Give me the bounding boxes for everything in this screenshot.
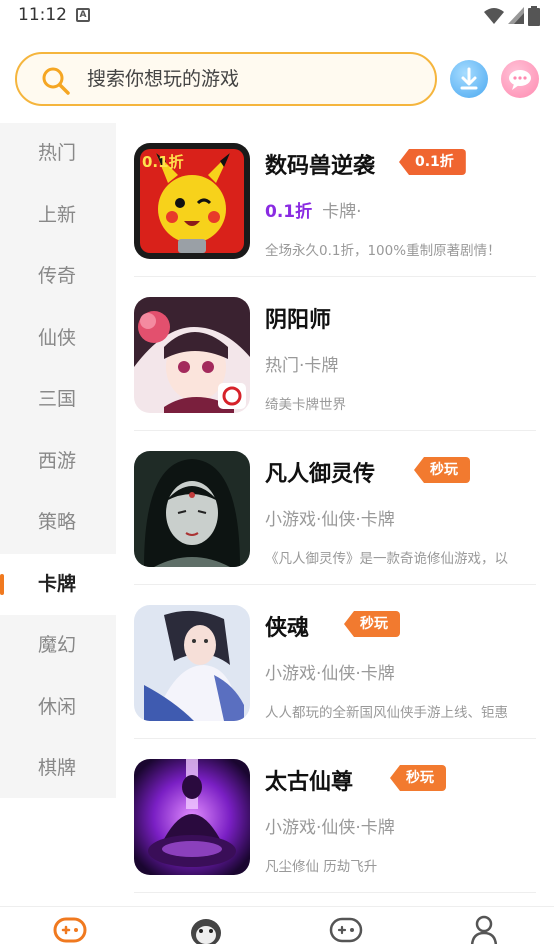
game-icon-digimon: 0.1折 bbox=[134, 143, 250, 259]
notification-icon: A bbox=[76, 8, 90, 22]
profile-icon bbox=[470, 915, 498, 944]
game-tags: 0.1折 卡牌· bbox=[265, 197, 362, 222]
status-icons bbox=[484, 6, 540, 26]
game-name: 阴阳师 bbox=[265, 308, 332, 333]
nav-games[interactable] bbox=[328, 913, 368, 944]
sidebar-item-legend[interactable]: 传奇 bbox=[0, 246, 116, 307]
download-icon bbox=[460, 67, 478, 90]
game-row[interactable]: 凡人御灵传 秒玩 小游戏·仙侠·卡牌 《凡人御灵传》是一款奇诡修仙游戏，以 bbox=[134, 431, 536, 585]
game-row[interactable]: 侠魂 秒玩 小游戏·仙侠·卡牌 人人都玩的全新国风仙侠手游上线、钜惠 bbox=[134, 585, 536, 739]
wifi-icon bbox=[484, 8, 504, 24]
sidebar-item-strategy[interactable]: 策略 bbox=[0, 492, 116, 553]
search-bar[interactable] bbox=[15, 52, 437, 106]
battery-icon bbox=[528, 6, 540, 26]
sidebar-item-new[interactable]: 上新 bbox=[0, 185, 116, 246]
instant-play-badge: 秒玩 bbox=[344, 611, 400, 637]
status-bar: 11:12 A bbox=[0, 0, 554, 32]
download-button[interactable] bbox=[450, 60, 488, 98]
bottom-nav bbox=[0, 906, 554, 944]
game-name: 凡人御灵传 bbox=[265, 462, 376, 487]
game-tags: 小游戏·仙侠·卡牌 bbox=[265, 664, 395, 684]
svg-text:0.1折: 0.1折 bbox=[142, 153, 184, 171]
sidebar-item-journey-west[interactable]: 西游 bbox=[0, 431, 116, 492]
sidebar-item-card[interactable]: 卡牌 bbox=[0, 554, 116, 615]
discount-badge: 0.1折 bbox=[399, 149, 466, 175]
nav-discover[interactable] bbox=[188, 913, 228, 944]
game-tags: 小游戏·仙侠·卡牌 bbox=[265, 510, 395, 530]
search-icon bbox=[42, 67, 70, 95]
game-description: 全场永久0.1折，100%重制原著剧情！ bbox=[265, 243, 501, 259]
game-description: 《凡人御灵传》是一款奇诡修仙游戏，以 bbox=[265, 551, 508, 567]
game-icon-xiahun bbox=[134, 605, 250, 721]
game-tags: 热门·卡牌 bbox=[265, 356, 339, 376]
game-icon-taigu bbox=[134, 759, 250, 875]
game-row[interactable]: 阴阳师 热门·卡牌 绮美卡牌世界 bbox=[134, 277, 536, 431]
sidebar-item-three-kingdoms[interactable]: 三国 bbox=[0, 369, 116, 430]
game-tags: 小游戏·仙侠·卡牌 bbox=[265, 818, 395, 838]
signal-icon bbox=[508, 7, 524, 24]
category-sidebar: 热门 上新 传奇 仙侠 三国 西游 策略 卡牌 魔幻 休闲 棋牌 bbox=[0, 123, 116, 798]
mascot-icon bbox=[191, 919, 221, 944]
game-description: 绮美卡牌世界 bbox=[265, 397, 346, 413]
nav-home[interactable] bbox=[52, 913, 92, 944]
sidebar-item-casual[interactable]: 休闲 bbox=[0, 677, 116, 738]
search-input[interactable] bbox=[87, 64, 417, 94]
game-controller-icon bbox=[329, 917, 363, 943]
game-name: 太古仙尊 bbox=[265, 770, 354, 795]
game-icon-onmyoji bbox=[134, 297, 250, 413]
instant-play-badge: 秒玩 bbox=[414, 457, 470, 483]
game-name: 数码兽逆袭 bbox=[265, 154, 376, 179]
game-name: 侠魂 bbox=[265, 616, 310, 641]
sidebar-item-fantasy[interactable]: 魔幻 bbox=[0, 615, 116, 676]
nav-profile[interactable] bbox=[466, 913, 506, 944]
sidebar-item-board[interactable]: 棋牌 bbox=[0, 738, 116, 799]
message-icon bbox=[509, 70, 531, 90]
game-description: 凡尘修仙 历劫飞升 bbox=[265, 859, 378, 875]
instant-play-badge: 秒玩 bbox=[390, 765, 446, 791]
status-time: 11:12 bbox=[18, 5, 67, 25]
game-row[interactable]: 0.1折 数码兽逆袭 0.1折 0.1折 卡牌· 全场永久0.1折，100%重制原… bbox=[134, 123, 536, 277]
gamepad-icon bbox=[53, 917, 87, 943]
game-row[interactable]: 太古仙尊 秒玩 小游戏·仙侠·卡牌 凡尘修仙 历劫飞升 bbox=[134, 739, 536, 893]
discount-text: 0.1折 bbox=[265, 202, 313, 222]
game-description: 人人都玩的全新国风仙侠手游上线、钜惠 bbox=[265, 705, 508, 721]
message-button[interactable] bbox=[501, 60, 539, 98]
game-tags-text: 卡牌· bbox=[322, 202, 362, 222]
sidebar-item-hot[interactable]: 热门 bbox=[0, 123, 116, 184]
sidebar-item-xianxia[interactable]: 仙侠 bbox=[0, 308, 116, 369]
game-icon-fanren bbox=[134, 451, 250, 567]
